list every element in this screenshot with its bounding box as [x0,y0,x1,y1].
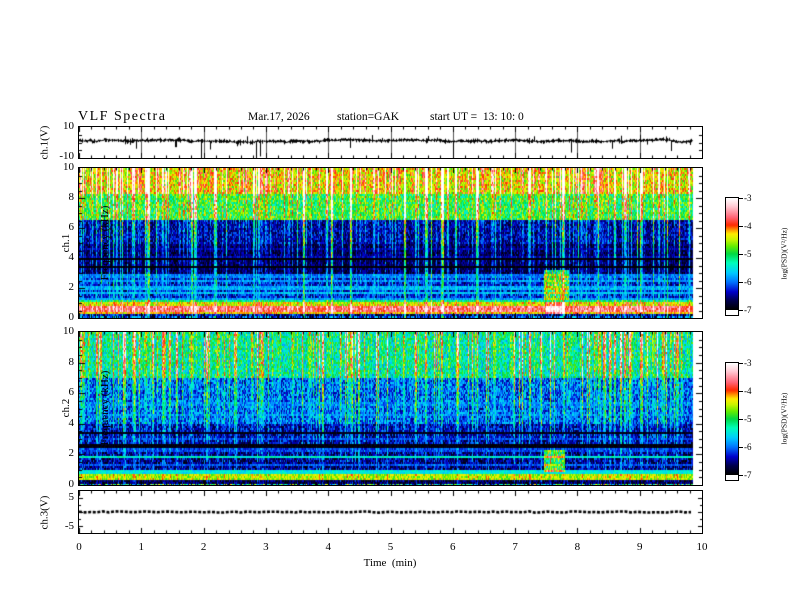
spec1-axis-label-channel: ch.1 [60,233,72,253]
ch1-voltage-trace-canvas [79,127,702,158]
colorbar-tick-mark [739,282,743,283]
spec2-axis-label-units: Frequency (kHz) [99,370,111,446]
colorbar-tick-mark [739,447,743,448]
plot-title: VLF Spectra [78,109,167,124]
colorbar-tick-label: -4 [744,386,752,396]
y-tick-label: -5 [64,520,74,532]
x-tick-label: 1 [138,541,145,553]
x-tick-label: 8 [574,541,581,553]
x-tick-label: 2 [200,541,207,553]
colorbar-tick-label: -6 [744,277,752,287]
x-tick-label: 3 [263,541,269,553]
colorbar-tick-mark [739,226,743,227]
colorbar-tick-mark [739,391,743,392]
x-axis-label: Time (min) [363,557,417,569]
spec1-axis-label-units: Frequency (kHz) [99,205,111,281]
y-tick-label: 10 [63,325,74,337]
colorbar-tick-label: -4 [744,221,752,231]
y-tick-label: 0 [68,478,75,490]
y-tick-label: 10 [63,161,74,173]
y-tick-label: 4 [68,251,75,263]
ch1-spectrogram-canvas [79,168,702,318]
spec2-axis-label: ch.2 Frequency (kHz) [34,328,111,488]
colorbar-tick-mark [739,310,743,311]
ch2-spectrogram-panel [78,331,703,486]
colorbar-1-label: log(PSD)(V²/Hz) [779,227,789,280]
colorbar-tick-label: -5 [744,249,752,259]
colorbar-2-canvas [726,363,738,475]
colorbar-1-canvas [726,198,738,310]
colorbar-tick-mark [739,363,743,364]
ch1-voltage-panel [78,126,703,159]
colorbar-tick-label: -5 [744,414,752,424]
x-tick-label: 9 [636,541,643,553]
colorbar-tick-mark [739,419,743,420]
colorbar-tick-mark [739,475,743,476]
ch3-voltage-panel [78,490,703,534]
x-tick-label: 5 [387,541,394,553]
x-tick-label: 7 [512,541,518,553]
y-tick-label: 6 [68,386,75,399]
colorbar-2 [725,362,739,481]
colorbar-tick-label: -6 [744,442,752,452]
colorbar-2-label: log(PSD)(V²/Hz) [779,392,789,445]
x-tick-label: 6 [450,541,456,553]
y-tick-label: 8 [68,191,75,203]
y-tick-label: 5 [68,491,75,503]
colorbar-tick-label: -7 [744,470,752,480]
plot-date: Mar.17, 2026 [248,111,310,123]
spec2-axis-label-channel: ch.2 [60,398,72,418]
spec1-axis-label: ch.1 Frequency (kHz) [34,163,111,323]
y-tick-label: 2 [68,281,75,293]
colorbar-1 [725,197,739,316]
colorbar-tick-mark [739,198,743,199]
colorbar-tick-label: -3 [744,193,752,203]
colorbar-tick-mark [739,254,743,255]
x-tick-label: 4 [325,541,331,553]
plot-station: station=GAK [337,111,400,123]
y-tick-label: 4 [68,416,75,429]
colorbar-tick-label: -7 [744,305,752,315]
y-tick-label: 10 [63,120,74,132]
y-tick-label: 0 [68,311,75,323]
plot-start-ut: start UT = 13: 10: 0 [430,111,524,123]
colorbar-tick-label: -3 [744,358,752,368]
ch3-voltage-trace-canvas [79,491,702,533]
y-tick-label: 8 [68,355,75,368]
y-tick-label: 6 [68,221,75,233]
y-tick-label: 2 [68,447,75,460]
ch2-spectrogram-canvas [79,332,702,485]
x-tick-label: 0 [76,541,82,553]
x-tick-label: 10 [696,541,708,553]
vlf-spectra-plot: VLF Spectra Mar.17, 2026 station=GAK sta… [0,0,792,612]
ch1-spectrogram-panel [78,167,703,319]
